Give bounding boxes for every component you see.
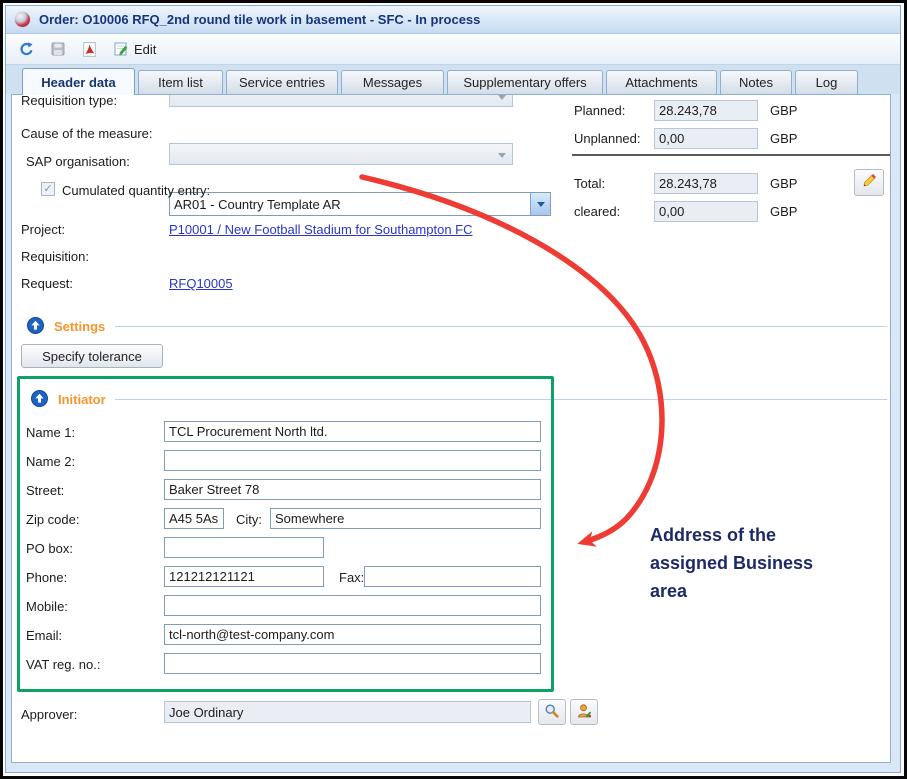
edit-icon <box>113 41 129 57</box>
refresh-icon <box>18 41 35 58</box>
fax-label: Fax: <box>339 570 364 585</box>
unplanned-label: Unplanned: <box>574 131 641 146</box>
street-label: Street: <box>26 483 64 498</box>
unplanned-value <box>654 128 758 149</box>
tab-item-list[interactable]: Item list <box>138 70 223 94</box>
vat-reg-label: VAT reg. no.: <box>26 657 100 672</box>
tab-service-entries[interactable]: Service entries <box>226 70 338 94</box>
city-input[interactable] <box>270 508 541 529</box>
app-sphere-icon <box>15 12 30 27</box>
name2-label: Name 2: <box>26 454 75 469</box>
sap-organisation-label: SAP organisation: <box>26 154 130 169</box>
planned-label: Planned: <box>574 103 625 118</box>
toolbar: Edit <box>6 34 900 65</box>
cause-of-measure-label: Cause of the measure: <box>21 126 153 141</box>
screenshot-frame: Order: O10006 RFQ_2nd round tile work in… <box>0 0 907 779</box>
total-currency: GBP <box>770 176 797 191</box>
annotation-note: Address of the assigned Business area <box>650 521 835 605</box>
cause-of-measure-select <box>169 143 513 165</box>
tab-supplementary-offers[interactable]: Supplementary offers <box>447 70 603 94</box>
settings-section-title: Settings <box>54 319 105 334</box>
settings-expand-icon[interactable] <box>27 317 44 339</box>
cleared-value <box>654 201 758 222</box>
name1-label: Name 1: <box>26 425 75 440</box>
phone-label: Phone: <box>26 570 67 585</box>
save-button <box>50 41 66 57</box>
chevron-down-icon <box>537 202 545 207</box>
sap-organisation-value[interactable] <box>169 192 551 216</box>
tab-strip: Header data Item list Service entries Me… <box>6 65 900 94</box>
fax-input[interactable] <box>364 566 541 587</box>
street-input[interactable] <box>164 479 541 500</box>
pdf-button[interactable] <box>81 41 98 58</box>
planned-value <box>654 100 758 121</box>
search-icon <box>544 703 560 722</box>
settings-section-line <box>115 326 887 327</box>
mobile-label: Mobile: <box>26 599 68 614</box>
window-title: Order: O10006 RFQ_2nd round tile work in… <box>39 12 480 27</box>
cumulated-quantity-label: Cumulated quantity entry: <box>62 183 210 198</box>
requisition-type-select <box>169 94 513 107</box>
chevron-down-icon <box>498 95 506 100</box>
mobile-input[interactable] <box>164 595 541 616</box>
cleared-label: cleared: <box>574 204 620 219</box>
requisition-label: Requisition: <box>21 249 89 264</box>
vat-reg-input[interactable] <box>164 653 541 674</box>
tab-messages[interactable]: Messages <box>341 70 444 94</box>
person-icon <box>576 703 592 722</box>
requisition-type-label: Requisition type: <box>21 94 117 108</box>
edit-button-label: Edit <box>134 42 156 57</box>
zip-code-label: Zip code: <box>26 512 79 527</box>
request-link[interactable]: RFQ10005 <box>169 276 233 291</box>
title-bar: Order: O10006 RFQ_2nd round tile work in… <box>6 6 900 34</box>
edit-total-button[interactable] <box>854 169 884 196</box>
planned-currency: GBP <box>770 103 797 118</box>
name1-input[interactable] <box>164 421 541 442</box>
initiator-section-title: Initiator <box>58 392 106 407</box>
approver-label: Approver: <box>21 707 77 722</box>
tab-attachments[interactable]: Attachments <box>606 70 717 94</box>
initiator-expand-icon[interactable] <box>31 390 48 412</box>
city-label: City: <box>236 512 262 527</box>
cumulated-quantity-checkbox: ✓ <box>41 182 55 196</box>
sap-organisation-select[interactable] <box>169 192 551 216</box>
total-value <box>654 173 758 194</box>
edit-button[interactable]: Edit <box>113 41 156 57</box>
order-window: Order: O10006 RFQ_2nd round tile work in… <box>5 5 901 773</box>
email-input[interactable] <box>164 624 541 645</box>
pencil-icon <box>861 173 877 192</box>
approver-search-button[interactable] <box>538 699 566 725</box>
po-box-label: PO box: <box>26 541 73 556</box>
project-label: Project: <box>21 222 65 237</box>
zip-code-input[interactable] <box>164 508 224 529</box>
dropdown-button[interactable] <box>530 193 550 215</box>
cleared-currency: GBP <box>770 204 797 219</box>
tab-notes[interactable]: Notes <box>720 70 792 94</box>
specify-tolerance-button[interactable]: Specify tolerance <box>21 344 163 368</box>
request-label: Request: <box>21 276 73 291</box>
po-box-input[interactable] <box>164 537 324 558</box>
pdf-icon <box>81 41 98 58</box>
chevron-down-icon <box>498 153 506 158</box>
initiator-section-line <box>115 399 887 400</box>
tab-header-data[interactable]: Header data <box>22 68 135 95</box>
project-link[interactable]: P10001 / New Football Stadium for Southa… <box>169 222 473 237</box>
name2-input[interactable] <box>164 450 541 471</box>
refresh-button[interactable] <box>18 41 35 58</box>
totals-divider <box>572 154 891 156</box>
approver-value <box>164 701 531 723</box>
email-label: Email: <box>26 628 62 643</box>
tab-log[interactable]: Log <box>795 70 858 94</box>
save-icon <box>50 41 66 57</box>
unplanned-currency: GBP <box>770 131 797 146</box>
select-approver-button[interactable] <box>570 699 598 725</box>
total-label: Total: <box>574 176 605 191</box>
phone-input[interactable] <box>164 566 324 587</box>
header-data-pane: Requisition type: Cause of the measure: … <box>11 94 891 763</box>
